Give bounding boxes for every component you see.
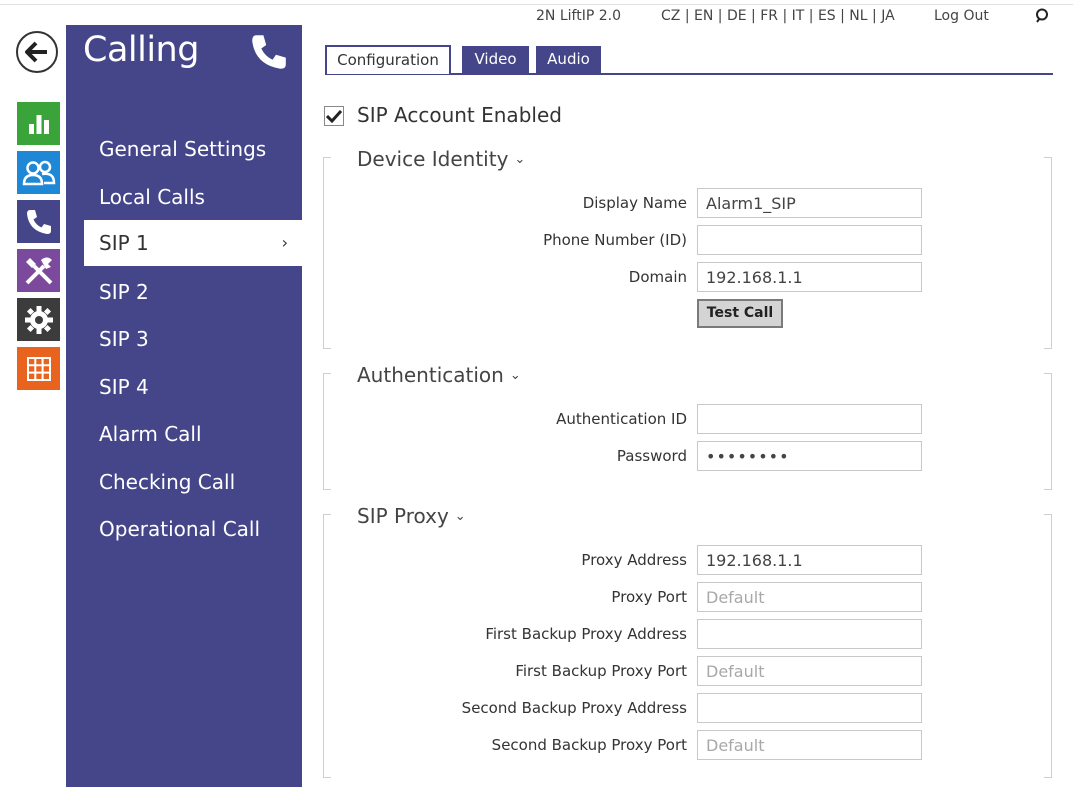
directory-icon[interactable] <box>17 151 60 194</box>
sidebar-item-general-settings[interactable]: General Settings <box>84 126 302 172</box>
section-frame-left <box>323 157 331 349</box>
sidebar-item-label: Local Calls <box>99 185 205 209</box>
section-frame-left <box>323 373 331 490</box>
test-call-button[interactable]: Test Call <box>697 299 783 328</box>
chevron-down-icon: ⌄ <box>514 152 526 167</box>
sidebar-item-sip-2[interactable]: SIP 2 <box>84 269 302 315</box>
lang-es[interactable]: ES <box>818 8 836 24</box>
sidebar-item-label: SIP 1 <box>99 231 149 255</box>
logout-link[interactable]: Log Out <box>934 8 989 24</box>
chevron-down-icon: ⌄ <box>509 368 521 383</box>
domain-label: Domain <box>628 268 687 286</box>
sidebar-item-sip-3[interactable]: SIP 3 <box>84 316 302 362</box>
proxy-address-label: Proxy Address <box>581 551 687 569</box>
sidebar-item-label: Operational Call <box>99 517 261 541</box>
second-backup-port-field[interactable] <box>697 730 922 760</box>
phone-number-field[interactable] <box>697 225 922 255</box>
second-backup-port-label: Second Backup Proxy Port <box>491 736 687 754</box>
sidebar-item-operational-call[interactable]: Operational Call <box>84 506 302 552</box>
proxy-address-field[interactable] <box>697 545 922 575</box>
first-backup-address-label: First Backup Proxy Address <box>485 625 687 643</box>
domain-field[interactable] <box>697 262 922 292</box>
lang-fr[interactable]: FR <box>760 8 778 24</box>
proxy-port-label: Proxy Port <box>611 588 687 606</box>
first-backup-address-field[interactable] <box>697 619 922 649</box>
sidebar-item-checking-call[interactable]: Checking Call <box>84 459 302 505</box>
display-name-field[interactable] <box>697 188 922 218</box>
proxy-port-field[interactable] <box>697 582 922 612</box>
hardware-icon[interactable] <box>17 249 60 292</box>
sidebar-item-label: SIP 2 <box>99 280 149 304</box>
lang-it[interactable]: IT <box>792 8 805 24</box>
device-model: 2N LiftIP 2.0 <box>536 8 621 24</box>
tab-configuration[interactable]: Configuration <box>325 45 451 74</box>
status-icon[interactable] <box>17 102 60 145</box>
second-backup-address-field[interactable] <box>697 693 922 723</box>
password-field[interactable] <box>697 441 922 471</box>
section-frame-right <box>1044 514 1052 778</box>
section-sip-proxy[interactable]: SIP Proxy ⌄ <box>357 504 466 528</box>
back-button[interactable] <box>16 31 58 73</box>
chevron-down-icon: ⌄ <box>454 509 466 524</box>
section-authentication[interactable]: Authentication ⌄ <box>357 363 521 387</box>
top-divider <box>0 4 1073 5</box>
first-backup-port-label: First Backup Proxy Port <box>515 662 687 680</box>
section-frame-right <box>1044 157 1052 349</box>
second-backup-address-label: Second Backup Proxy Address <box>461 699 687 717</box>
lang-en[interactable]: EN <box>694 8 713 24</box>
section-title: Authentication <box>357 363 504 387</box>
checkmark-icon <box>326 109 342 123</box>
display-name-label: Display Name <box>582 194 687 212</box>
lang-cz[interactable]: CZ <box>661 8 680 24</box>
section-frame-left <box>323 514 331 778</box>
sidebar-item-label: Alarm Call <box>99 422 202 446</box>
page-title: Calling <box>83 30 199 70</box>
sidebar-item-label: SIP 4 <box>99 375 149 399</box>
auth-id-label: Authentication ID <box>556 410 687 428</box>
sidebar-item-label: Checking Call <box>99 470 236 494</box>
calling-icon[interactable] <box>17 200 60 243</box>
sip-enabled-checkbox[interactable] <box>324 106 344 126</box>
section-frame-right <box>1044 373 1052 490</box>
lang-nl[interactable]: NL <box>849 8 867 24</box>
sip-enabled-label: SIP Account Enabled <box>357 103 562 127</box>
password-label: Password <box>616 447 687 465</box>
phone-icon <box>248 31 290 77</box>
first-backup-port-field[interactable] <box>697 656 922 686</box>
auth-id-field[interactable] <box>697 404 922 434</box>
system-icon[interactable] <box>17 347 60 390</box>
tab-video[interactable]: Video <box>462 46 529 73</box>
section-device-identity[interactable]: Device Identity ⌄ <box>357 147 525 171</box>
arrow-left-icon <box>25 41 47 63</box>
tab-audio[interactable]: Audio <box>536 46 601 73</box>
sidebar-item-sip-4[interactable]: SIP 4 <box>84 364 302 410</box>
chevron-right-icon: › <box>281 233 288 252</box>
services-icon[interactable] <box>17 298 60 341</box>
sidebar-item-label: SIP 3 <box>99 327 149 351</box>
language-selector: CZ | EN | DE | FR | IT | ES | NL | JA <box>661 8 895 24</box>
lang-ja[interactable]: JA <box>881 8 894 24</box>
sidebar-item-local-calls[interactable]: Local Calls <box>84 174 302 220</box>
sidebar-item-sip-1[interactable]: SIP 1 › <box>84 220 302 266</box>
sidebar-item-alarm-call[interactable]: Alarm Call <box>84 411 302 457</box>
section-title: Device Identity <box>357 147 509 171</box>
phone-number-label: Phone Number (ID) <box>543 231 687 249</box>
lang-de[interactable]: DE <box>727 8 747 24</box>
section-title: SIP Proxy <box>357 504 449 528</box>
search-icon[interactable] <box>1033 7 1051 29</box>
sidebar-item-label: General Settings <box>99 137 267 161</box>
